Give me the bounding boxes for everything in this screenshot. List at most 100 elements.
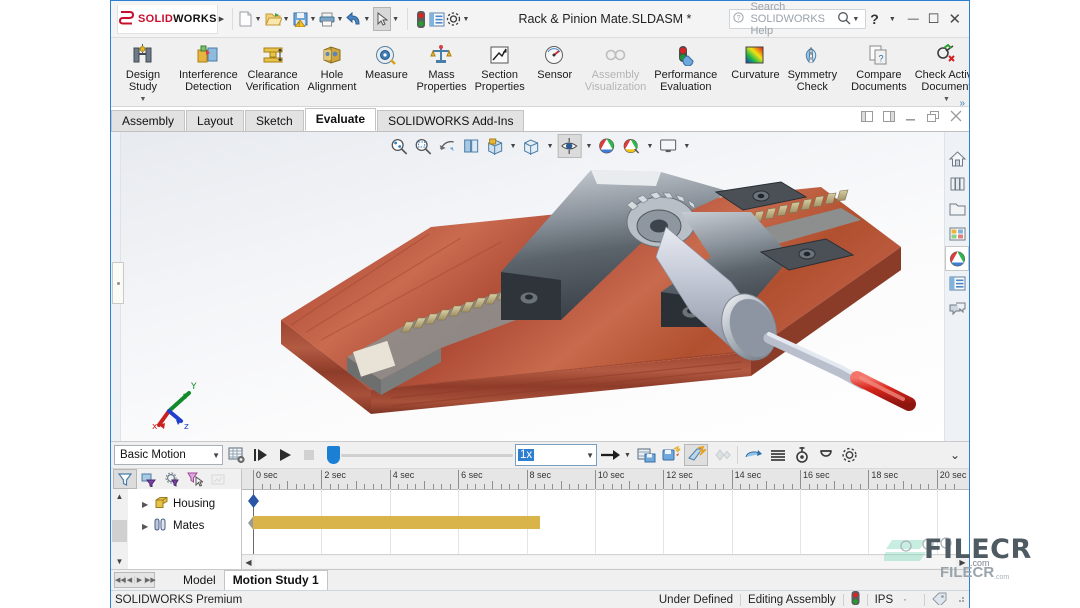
solidworks-forum-icon[interactable] — [945, 296, 969, 321]
timeline-ruler[interactable]: 0 sec2 sec4 sec6 sec8 sec10 sec12 sec14 … — [242, 469, 969, 490]
help-caret[interactable]: ▼ — [889, 16, 896, 23]
contact-icon[interactable] — [743, 445, 765, 465]
motion-tree-vertical-scrollbar[interactable]: ▲ ▼ — [111, 489, 128, 569]
stop-icon[interactable] — [297, 445, 319, 465]
tree-row-mates[interactable]: ▶ Mates — [128, 515, 241, 537]
minimize-button[interactable]: — — [908, 13, 919, 25]
search-input[interactable]: Search SOLIDWORKS Help — [750, 1, 837, 37]
minimize-icon[interactable] — [905, 111, 917, 125]
scroll-right-button[interactable]: ▶ — [956, 556, 969, 569]
filter-animated-icon[interactable] — [138, 470, 160, 488]
ribbon-button-hole-alignment[interactable]: Hole Alignment — [304, 38, 361, 93]
ribbon-button-assembly-visualization[interactable]: Assembly Visualization — [581, 38, 651, 93]
help-button[interactable]: ? — [870, 11, 879, 27]
nav-last[interactable]: ▶▶ — [145, 576, 154, 584]
playback-mode-icon[interactable] — [599, 445, 621, 465]
timeline-tracks[interactable] — [242, 489, 969, 555]
options-list-icon[interactable] — [429, 8, 445, 30]
ribbon-overflow-button[interactable]: » — [959, 98, 965, 107]
ribbon-button-compare-documents[interactable]: ? Compare Documents — [847, 38, 911, 93]
feature-manager-expand-handle[interactable] — [112, 262, 124, 304]
ribbon-button-check-active-document[interactable]: Check Active Document ▼ — [911, 38, 969, 106]
ribbon-button-measure[interactable]: Measure — [360, 38, 412, 82]
home-icon[interactable] — [945, 146, 969, 171]
restore-left-icon[interactable] — [861, 111, 873, 125]
rebuild-icon[interactable] — [413, 8, 429, 30]
undo-caret[interactable]: ▼ — [363, 16, 370, 23]
display-style-caret[interactable]: ▼ — [547, 143, 554, 150]
nav-next[interactable]: ▶ — [135, 576, 145, 584]
restore-right-icon[interactable] — [883, 111, 895, 125]
scroll-thumb[interactable] — [112, 520, 127, 542]
keyframe-diamond-housing[interactable] — [248, 494, 259, 508]
timeline-horizontal-scrollbar[interactable]: ◀ ▶ — [242, 554, 969, 569]
ribbon-button-section-properties[interactable]: Section Properties — [471, 38, 529, 93]
design-library-icon[interactable] — [945, 171, 969, 196]
save-icon[interactable]: ! — [293, 8, 309, 30]
ribbon-button-sensor[interactable]: Sensor — [529, 38, 581, 82]
tab-evaluate[interactable]: Evaluate — [305, 108, 376, 131]
restore-icon[interactable] — [927, 111, 940, 125]
slider-knob[interactable] — [327, 446, 340, 464]
search-caret[interactable]: ▼ — [852, 16, 859, 23]
tab-model[interactable]: Model — [175, 571, 224, 589]
view-settings-caret[interactable]: ▼ — [646, 143, 653, 150]
hide-show-items-caret[interactable]: ▼ — [586, 143, 593, 150]
playback-mode-caret[interactable]: ▼ — [624, 452, 631, 459]
motion-manager-collapse-button[interactable]: ⌄ — [950, 448, 960, 462]
scroll-up-button[interactable]: ▲ — [112, 489, 127, 504]
settings-gear-icon[interactable] — [445, 8, 462, 30]
appearances-scenes-icon[interactable] — [945, 246, 969, 271]
motion-timeline[interactable]: 0 sec2 sec4 sec6 sec8 sec10 sec12 sec14 … — [242, 469, 969, 569]
design-study-dropdown-caret[interactable]: ▼ — [140, 94, 147, 106]
custom-properties-icon[interactable] — [945, 271, 969, 296]
view-palette-icon[interactable] — [945, 221, 969, 246]
check-active-document-dropdown-caret[interactable]: ▼ — [943, 94, 950, 106]
animation-wizard-icon[interactable] — [660, 445, 682, 465]
spring-icon[interactable] — [710, 445, 732, 465]
resize-grip-icon[interactable] — [955, 593, 965, 606]
gravity-icon[interactable] — [815, 445, 837, 465]
tab-assembly[interactable]: Assembly — [111, 110, 185, 131]
scroll-down-button[interactable]: ▼ — [112, 554, 127, 569]
tab-solidworks-add-ins[interactable]: SOLIDWORKS Add-Ins — [377, 110, 524, 131]
force-icon[interactable] — [791, 445, 813, 465]
select-icon[interactable] — [373, 7, 391, 31]
nav-prev[interactable]: ◀ — [125, 576, 135, 584]
logo-dropdown-caret[interactable]: ▶ — [219, 15, 224, 23]
graphics-area[interactable]: ▼ ▼ ▼ ▼ ▼ — [111, 132, 969, 441]
rebuild-indicator-icon[interactable] — [851, 591, 860, 608]
scroll-left-button[interactable]: ◀ — [242, 556, 255, 569]
timeline-bar-mates[interactable] — [253, 516, 540, 529]
file-explorer-icon[interactable] — [945, 196, 969, 221]
filter-results-icon[interactable] — [207, 470, 229, 488]
expand-arrow-icon[interactable]: ▶ — [142, 500, 150, 509]
damper-icon[interactable] — [767, 445, 789, 465]
hscroll-track[interactable] — [255, 556, 956, 568]
ribbon-button-curvature[interactable]: Curvature — [727, 38, 783, 82]
play-from-start-icon[interactable] — [249, 445, 271, 465]
ribbon-button-clearance-verification[interactable]: Clearance Verification — [242, 38, 304, 93]
ribbon-button-mass-properties[interactable]: Mass Properties — [412, 38, 470, 93]
ribbon-button-symmetry-check[interactable]: Symmetry Check — [784, 38, 842, 93]
nav-first[interactable]: ◀◀ — [115, 576, 125, 584]
new-document-caret[interactable]: ▼ — [255, 16, 262, 23]
tab-motion-study-1[interactable]: Motion Study 1 — [224, 570, 328, 590]
print-caret[interactable]: ▼ — [336, 16, 343, 23]
speed-chevron-down-icon[interactable]: ▼ — [586, 451, 594, 460]
ribbon-button-interference-detection[interactable]: Interference Detection — [175, 38, 242, 93]
filter-drivers-icon[interactable] — [161, 470, 183, 488]
play-icon[interactable] — [273, 445, 295, 465]
chevron-down-icon[interactable]: ▼ — [212, 451, 220, 460]
motion-study-type-select[interactable]: Basic Motion ▼ — [114, 445, 223, 465]
open-document-caret[interactable]: ▼ — [283, 16, 290, 23]
motion-study-properties-icon[interactable] — [225, 445, 247, 465]
tree-row-housing[interactable]: ▶ Housing — [128, 493, 241, 515]
select-caret[interactable]: ▼ — [392, 16, 399, 23]
save-animation-icon[interactable] — [636, 445, 658, 465]
open-document-icon[interactable] — [265, 8, 282, 30]
status-units-caret[interactable]: · — [903, 594, 907, 606]
tab-sketch[interactable]: Sketch — [245, 110, 304, 131]
display-pane-caret[interactable]: ▼ — [683, 143, 690, 150]
tab-nav-buttons[interactable]: ◀◀ ◀ ▶ ▶▶ — [114, 572, 155, 588]
